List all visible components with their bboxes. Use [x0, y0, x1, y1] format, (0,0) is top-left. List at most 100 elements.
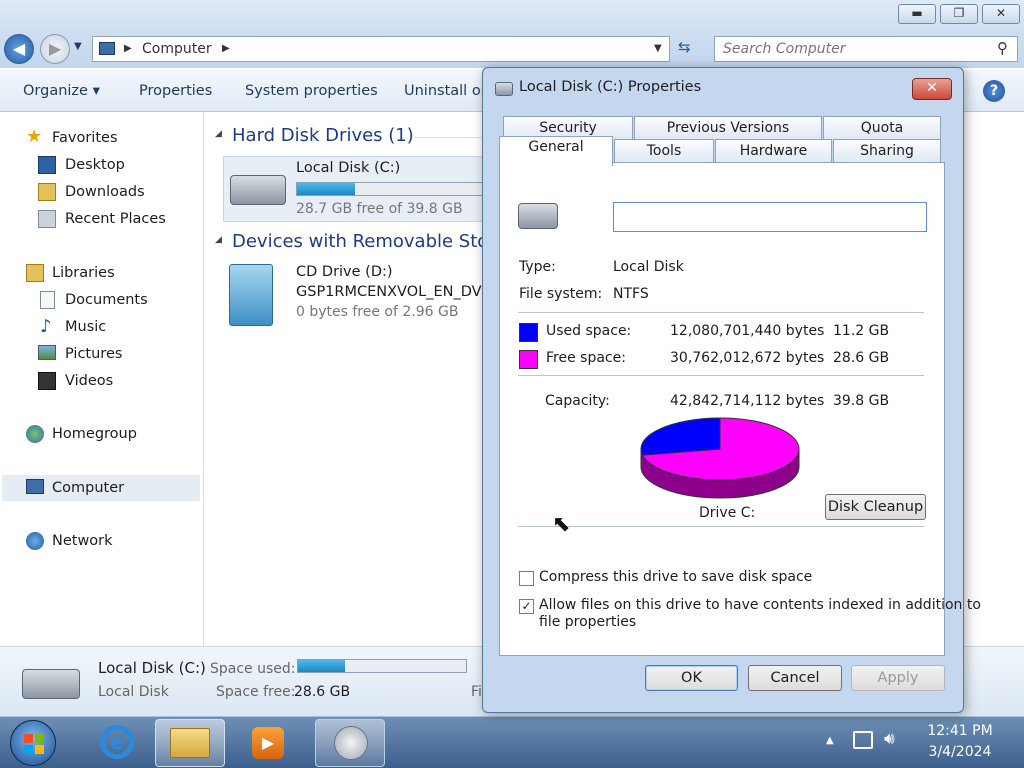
help-icon[interactable]: ?: [983, 80, 1005, 102]
internet-explorer-icon: e: [100, 725, 134, 759]
nav-recent-places[interactable]: Recent Places: [0, 206, 200, 232]
used-space-label: Used space:: [546, 323, 632, 339]
tab-quota[interactable]: Quota: [823, 116, 941, 140]
separator: [518, 312, 924, 313]
start-button[interactable]: [10, 720, 56, 766]
nav-label: Pictures: [65, 346, 123, 362]
volume-label-input[interactable]: [613, 202, 927, 232]
hard-drive-icon: [230, 175, 286, 205]
nav-desktop[interactable]: Desktop: [0, 152, 200, 178]
index-label-line2[interactable]: file properties: [539, 614, 636, 630]
libraries-icon: [26, 264, 44, 282]
volume-icon[interactable]: 🔊︎: [884, 729, 895, 749]
details-name: Local Disk (C:): [98, 659, 206, 677]
nav-pictures[interactable]: Pictures: [0, 341, 200, 367]
taskbar-internet-explorer[interactable]: e: [80, 719, 150, 767]
properties-button[interactable]: Properties: [139, 70, 212, 112]
removable-group-header[interactable]: Devices with Removable Stora: [232, 231, 505, 252]
back-button[interactable]: ◀: [4, 34, 34, 64]
show-hidden-icons-icon[interactable]: ▲: [826, 735, 834, 746]
taskbar-explorer[interactable]: [155, 719, 225, 767]
forward-button[interactable]: ▶: [40, 34, 70, 64]
nav-videos[interactable]: Videos: [0, 368, 200, 394]
nav-music[interactable]: ♪ Music: [0, 314, 200, 340]
collapse-arrow-icon[interactable]: ◢: [215, 235, 222, 245]
window-close-button[interactable]: ✕: [982, 4, 1020, 24]
drive-title-icon: [495, 82, 513, 96]
index-label-line1[interactable]: Allow files on this drive to have conten…: [539, 597, 981, 613]
organize-button[interactable]: Organize ▾: [23, 70, 100, 112]
type-value: Local Disk: [613, 259, 684, 275]
type-label: Type:: [519, 259, 556, 275]
breadcrumb-computer[interactable]: Computer: [142, 37, 212, 61]
nav-network[interactable]: Network: [0, 528, 200, 554]
index-checkbox[interactable]: ✓: [519, 599, 534, 614]
title-bar: ▬ ❐ ✕: [0, 0, 1024, 30]
network-status-icon[interactable]: [853, 731, 873, 749]
local-disk-c-tile[interactable]: Local Disk (C:) 28.7 GB free of 39.8 GB: [223, 156, 506, 222]
taskbar-media-player[interactable]: ▶: [232, 719, 302, 767]
clock-date[interactable]: 3/4/2024: [915, 744, 1005, 760]
disk-usage-pie-chart: [640, 417, 800, 499]
details-free-label: Space free:: [216, 684, 296, 700]
tab-general[interactable]: General: [499, 136, 613, 166]
computer-icon: [26, 479, 44, 494]
refresh-icon[interactable]: ⇆: [678, 38, 691, 56]
drive-label: Drive C:: [699, 505, 756, 521]
search-input[interactable]: Search Computer: [714, 36, 1018, 62]
content-pane: ◢ Hard Disk Drives (1) Local Disk (C:) 2…: [205, 112, 506, 646]
tab-previous-versions[interactable]: Previous Versions: [634, 116, 822, 140]
tab-area: Security Previous Versions Quota Tools H…: [499, 116, 981, 656]
details-free-value: 28.6 GB: [294, 684, 351, 700]
recent-places-icon: [38, 210, 56, 228]
used-space-bytes: 12,080,701,440 bytes: [670, 323, 825, 339]
disk-cleanup-button[interactable]: Disk Cleanup: [825, 494, 926, 520]
nav-homegroup[interactable]: Homegroup: [0, 421, 200, 447]
pie-used-slice: [640, 417, 721, 456]
properties-dialog: Local Disk (C:) Properties ✕ Security Pr…: [482, 67, 981, 713]
tab-hardware[interactable]: Hardware: [715, 139, 832, 163]
cd-drive-tile[interactable]: CD Drive (D:) GSP1RMCENXVOL_EN_DVD 0 byt…: [223, 262, 505, 332]
tab-tools[interactable]: Tools: [614, 139, 714, 163]
star-icon: ★: [26, 126, 43, 147]
windows-logo-piece: [24, 745, 33, 754]
nav-label: Downloads: [65, 184, 145, 200]
nav-label: Recent Places: [65, 211, 166, 227]
apply-button[interactable]: Apply: [851, 665, 945, 691]
hard-drive-icon: [22, 669, 80, 699]
nav-computer[interactable]: Computer: [2, 475, 200, 501]
address-dropdown-icon[interactable]: ▼: [654, 37, 662, 61]
hdd-group-header[interactable]: Hard Disk Drives (1): [232, 125, 414, 146]
compress-label[interactable]: Compress this drive to save disk space: [539, 569, 812, 585]
separator: [518, 526, 924, 527]
nav-label: Documents: [65, 292, 148, 308]
ok-button[interactable]: OK: [645, 665, 738, 691]
dialog-title: Local Disk (C:) Properties: [519, 79, 702, 95]
compress-checkbox[interactable]: [519, 571, 534, 586]
uninstall-button[interactable]: Uninstall or: [404, 70, 482, 112]
minimize-button[interactable]: ▬: [898, 4, 936, 24]
clock-time[interactable]: 12:41 PM: [915, 723, 1005, 739]
search-icon[interactable]: ⚲: [997, 39, 1008, 57]
nav-favorites[interactable]: ★ Favorites: [0, 125, 200, 151]
videos-icon: [38, 372, 56, 390]
music-icon: ♪: [40, 316, 52, 337]
nav-label: Desktop: [65, 157, 125, 173]
cd-drive-name: CD Drive (D:): [296, 264, 393, 280]
address-bar[interactable]: ▶ Computer ▶ ▼: [92, 36, 670, 62]
taskbar-properties-dialog[interactable]: [315, 719, 385, 767]
recent-pages-icon[interactable]: ▼: [74, 41, 82, 52]
dialog-close-button[interactable]: ✕: [912, 78, 952, 100]
breadcrumb-arrow-icon[interactable]: ▶: [222, 37, 230, 61]
tab-sharing[interactable]: Sharing: [833, 139, 941, 163]
maximize-button[interactable]: ❐: [940, 4, 978, 24]
capacity-label: Capacity:: [545, 393, 610, 409]
cancel-button[interactable]: Cancel: [748, 665, 842, 691]
collapse-arrow-icon[interactable]: ◢: [215, 129, 222, 139]
nav-libraries[interactable]: Libraries: [0, 260, 200, 286]
nav-documents[interactable]: Documents: [0, 287, 200, 313]
downloads-folder-icon: [38, 183, 56, 201]
nav-downloads[interactable]: Downloads: [0, 179, 200, 205]
system-properties-button[interactable]: System properties: [245, 70, 378, 112]
mouse-cursor-icon: ⬉: [552, 512, 571, 537]
